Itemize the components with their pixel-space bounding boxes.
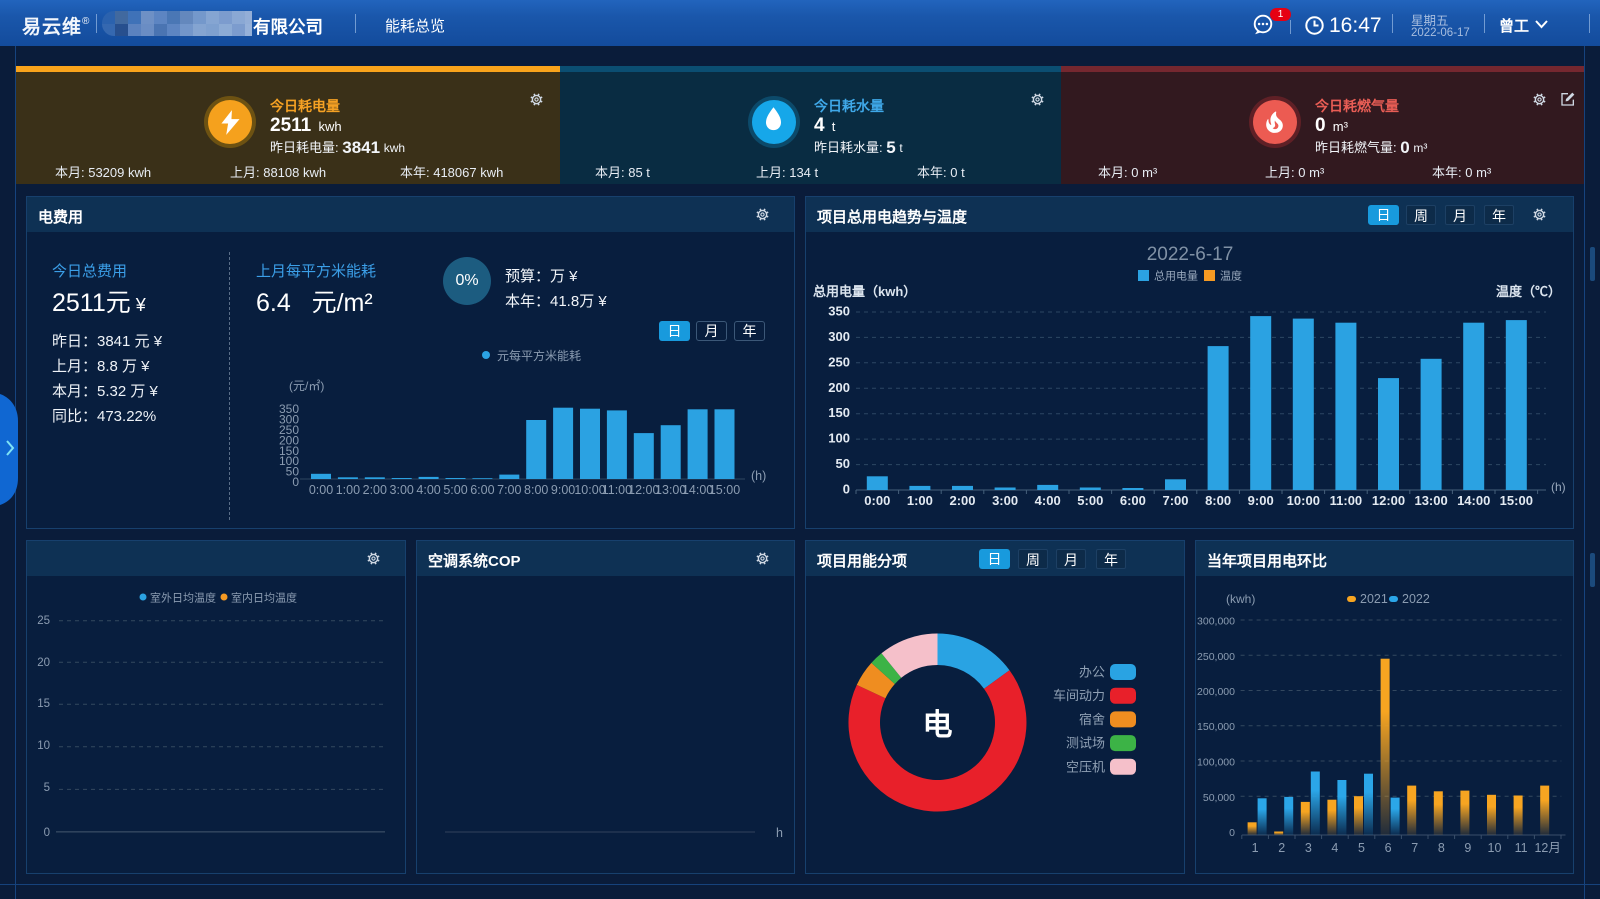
svg-text:12月: 12月: [1534, 841, 1560, 855]
svg-text:6:00: 6:00: [1120, 493, 1146, 508]
svg-text:7: 7: [1411, 841, 1418, 855]
svg-text:10: 10: [37, 740, 50, 752]
svg-text:h: h: [776, 826, 783, 840]
svg-text:5:00: 5:00: [1077, 493, 1103, 508]
svg-text:0: 0: [292, 475, 299, 489]
svg-text:室内日均温度: 室内日均温度: [231, 591, 297, 605]
svg-text:0: 0: [1229, 827, 1235, 839]
svg-text:1: 1: [1252, 841, 1259, 855]
svg-text:总用电量: 总用电量: [1154, 269, 1198, 283]
svg-text:14:00: 14:00: [1457, 493, 1490, 508]
svg-text:6:00: 6:00: [470, 483, 494, 497]
svg-text:10: 10: [1488, 841, 1502, 855]
svg-text:0:00: 0:00: [864, 493, 890, 508]
svg-text:8:00: 8:00: [1205, 493, 1231, 508]
svg-text:2:00: 2:00: [363, 483, 387, 497]
svg-text:测试场: 测试场: [1066, 736, 1105, 751]
svg-text:3:00: 3:00: [992, 493, 1018, 508]
svg-text:50,000: 50,000: [1203, 792, 1235, 804]
svg-text:100: 100: [828, 431, 850, 446]
svg-text:2022-6-17: 2022-6-17: [1147, 244, 1234, 265]
svg-text:办公: 办公: [1079, 665, 1105, 680]
svg-text:空压机: 空压机: [1066, 759, 1105, 774]
svg-text:宿舍: 宿舍: [1079, 712, 1105, 727]
svg-text:5:00: 5:00: [443, 483, 467, 497]
svg-text:0: 0: [44, 827, 50, 839]
svg-text:20: 20: [37, 657, 50, 669]
svg-text:车间动力: 车间动力: [1053, 688, 1105, 703]
svg-text:电: 电: [923, 709, 953, 742]
svg-text:1:00: 1:00: [336, 483, 360, 497]
svg-text:5: 5: [1358, 841, 1365, 855]
svg-text:1:00: 1:00: [907, 493, 933, 508]
svg-text:4: 4: [1331, 841, 1338, 855]
svg-text:150: 150: [828, 405, 850, 420]
svg-text:(h): (h): [751, 469, 766, 483]
svg-text:300,000: 300,000: [1197, 616, 1235, 628]
svg-text:温度: 温度: [1220, 269, 1242, 283]
svg-text:2: 2: [1278, 841, 1285, 855]
svg-text:7:00: 7:00: [1162, 493, 1188, 508]
svg-text:25: 25: [37, 615, 50, 627]
svg-text:4:00: 4:00: [1035, 493, 1061, 508]
svg-text:(h): (h): [1551, 480, 1566, 494]
svg-text:5: 5: [44, 782, 50, 794]
svg-text:200,000: 200,000: [1197, 686, 1235, 698]
svg-text:15: 15: [37, 698, 50, 710]
svg-text:50: 50: [836, 456, 850, 471]
svg-text:15:00: 15:00: [709, 483, 740, 497]
svg-text:250,000: 250,000: [1197, 651, 1235, 663]
svg-text:0:00: 0:00: [309, 483, 333, 497]
svg-text:4:00: 4:00: [416, 483, 440, 497]
svg-text:100,000: 100,000: [1197, 757, 1235, 769]
svg-text:2021: 2021: [1360, 592, 1388, 606]
svg-text:350: 350: [828, 304, 850, 319]
svg-text:温度（℃）: 温度（℃）: [1496, 284, 1561, 299]
svg-text:8:00: 8:00: [524, 483, 548, 497]
svg-text:150,000: 150,000: [1197, 721, 1235, 733]
svg-text:总用电量（kwh）: 总用电量（kwh）: [813, 284, 916, 299]
svg-text:200: 200: [828, 380, 850, 395]
svg-text:6: 6: [1385, 841, 1392, 855]
svg-text:10:00: 10:00: [1287, 493, 1320, 508]
svg-text:2:00: 2:00: [949, 493, 975, 508]
svg-text:(kwh): (kwh): [1226, 592, 1255, 606]
svg-text:12:00: 12:00: [1372, 493, 1405, 508]
svg-text:13:00: 13:00: [1414, 493, 1447, 508]
svg-text:2022: 2022: [1402, 592, 1430, 606]
svg-text:300: 300: [828, 329, 850, 344]
svg-text:8: 8: [1438, 841, 1445, 855]
svg-text:3: 3: [1305, 841, 1312, 855]
svg-text:室外日均温度: 室外日均温度: [150, 591, 216, 605]
svg-text:9:00: 9:00: [551, 483, 575, 497]
svg-text:250: 250: [828, 354, 850, 369]
svg-text:(元/㎡): (元/㎡): [289, 379, 324, 393]
svg-text:15:00: 15:00: [1500, 493, 1533, 508]
svg-text:0: 0: [843, 482, 850, 497]
svg-text:11: 11: [1515, 841, 1528, 855]
svg-text:9: 9: [1464, 841, 1471, 855]
svg-text:9:00: 9:00: [1248, 493, 1274, 508]
svg-text:3:00: 3:00: [390, 483, 414, 497]
svg-text:11:00: 11:00: [1330, 493, 1363, 508]
svg-text:7:00: 7:00: [497, 483, 521, 497]
svg-text:元每平方米能耗: 元每平方米能耗: [497, 348, 581, 363]
